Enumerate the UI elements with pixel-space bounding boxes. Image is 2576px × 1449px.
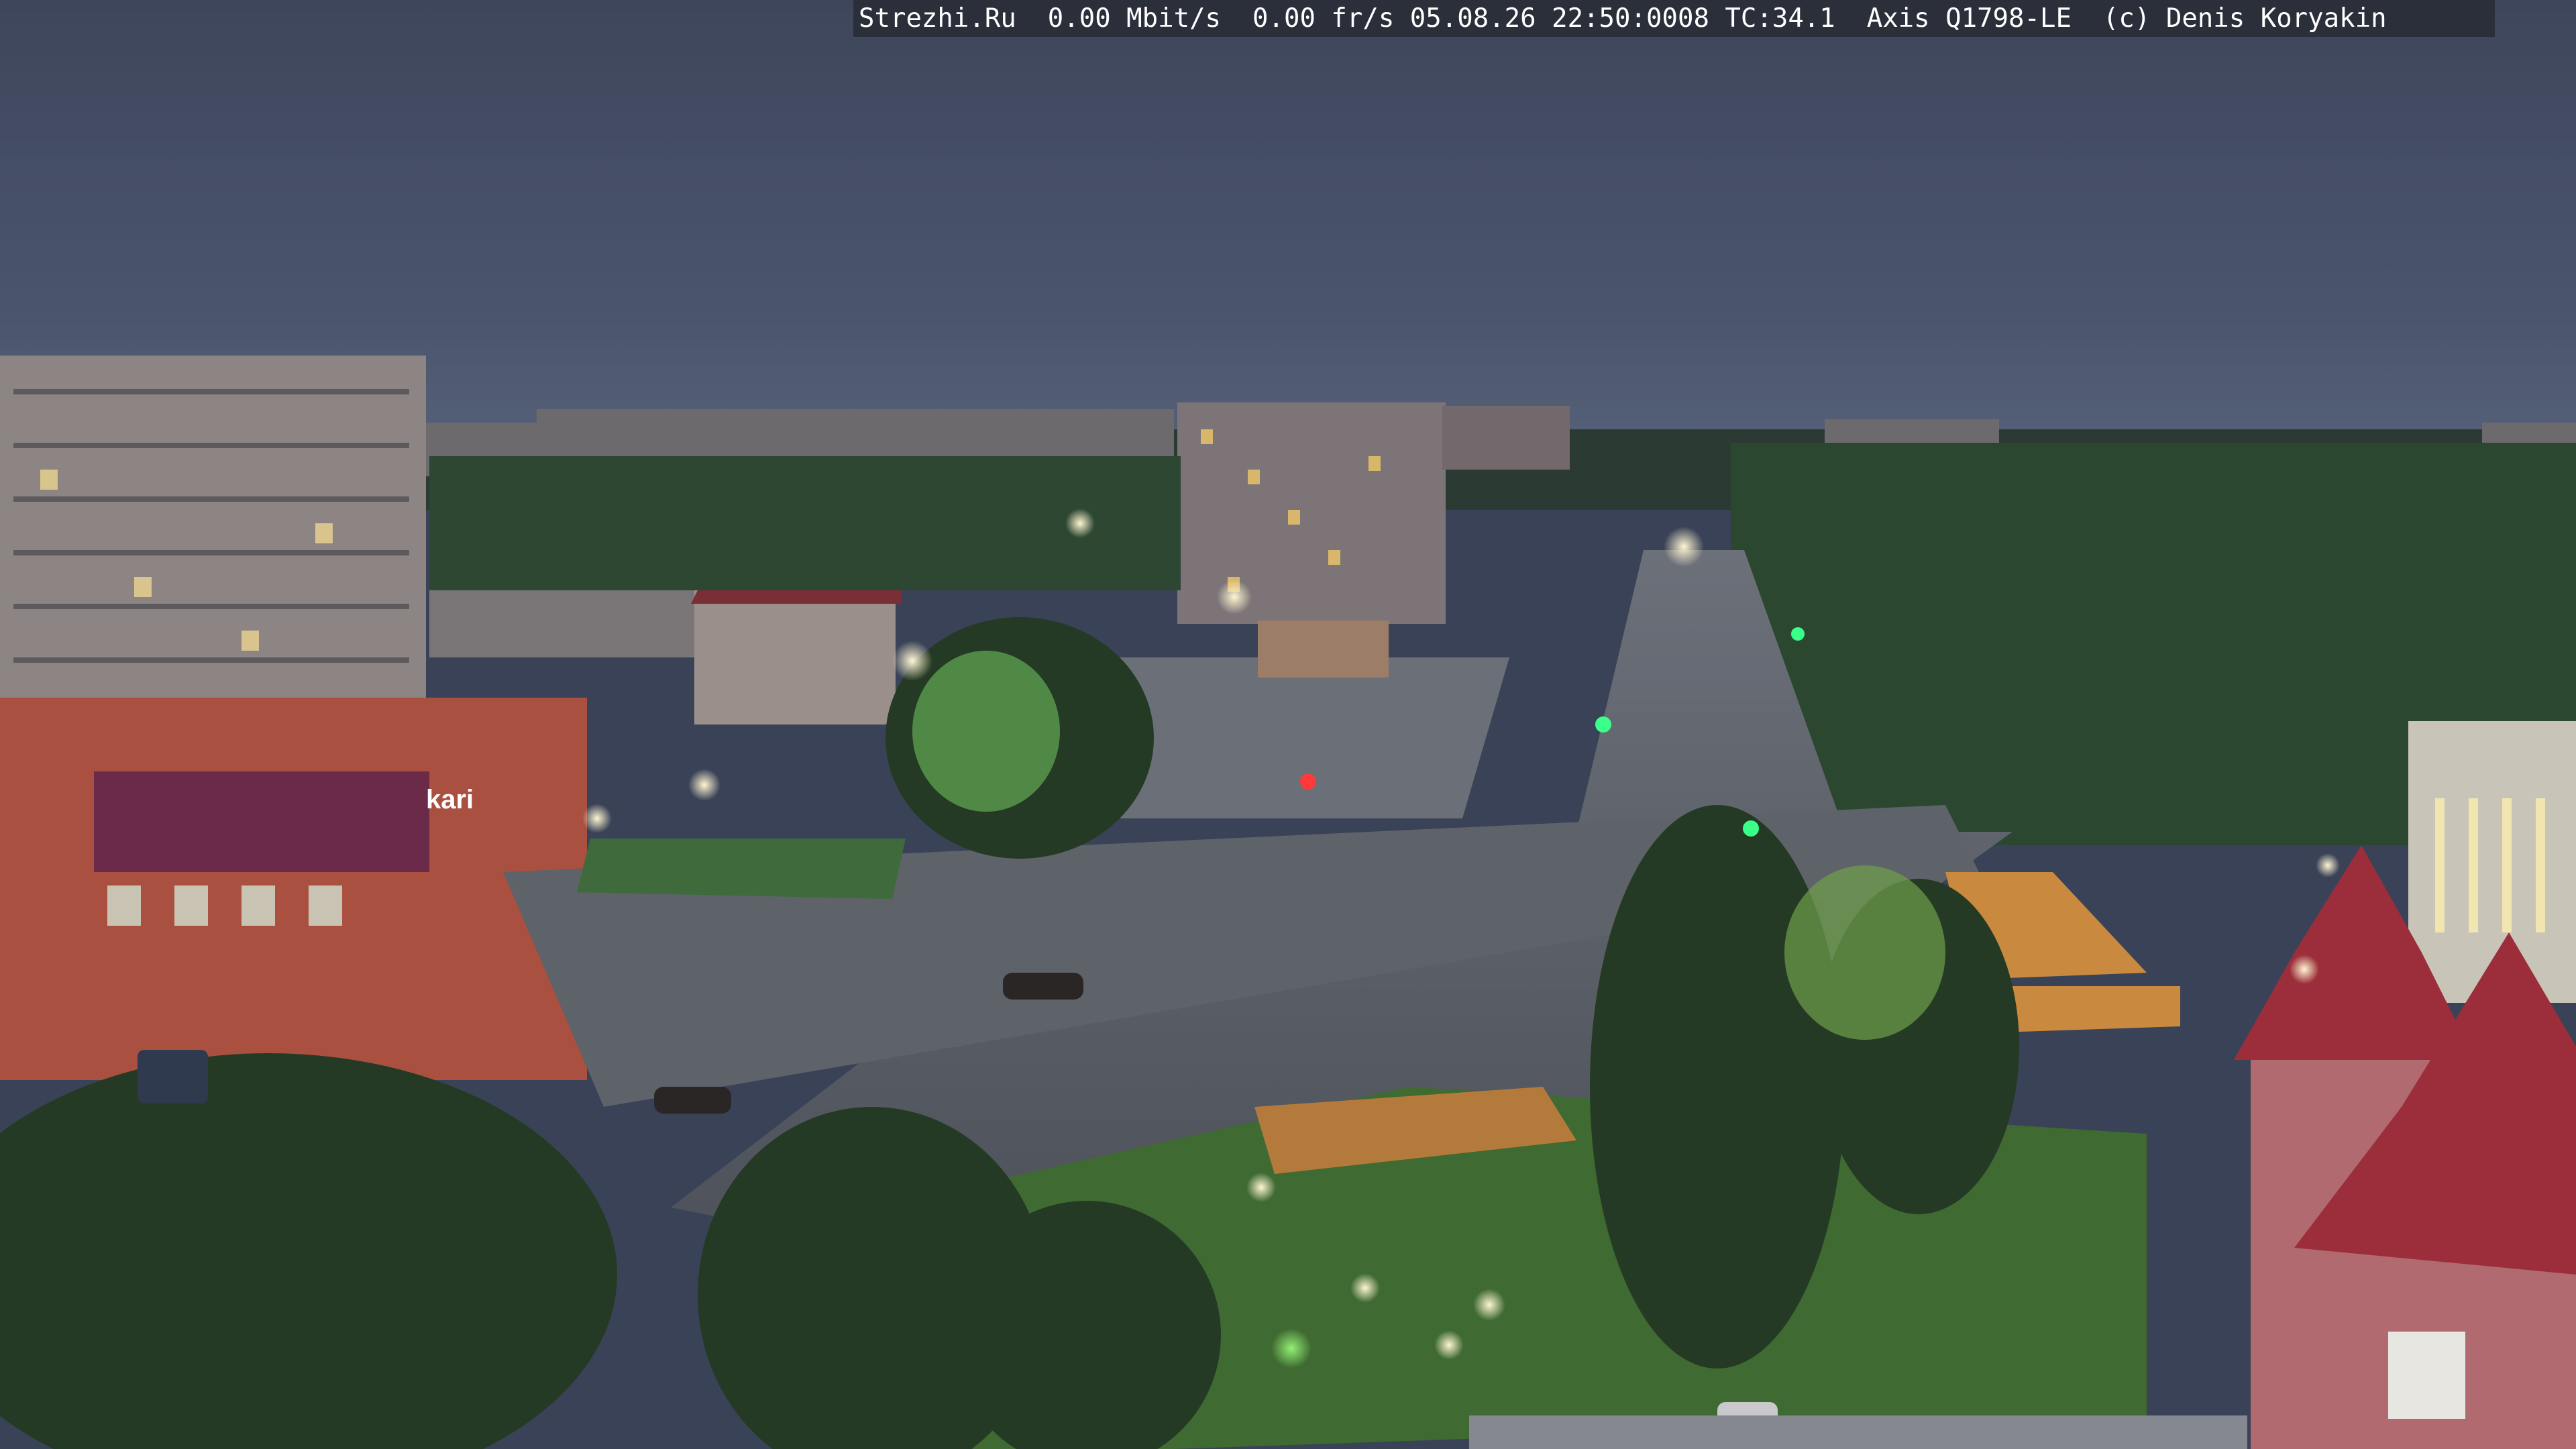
camera-info-overlay: Strezhi.Ru 0.00 Mbit/s 0.00 fr/s 05.08.2… [853, 0, 2495, 37]
brick-store-building: kari [0, 698, 587, 1080]
pavilion [1258, 621, 1389, 678]
lawn-left [577, 839, 906, 899]
webcam-scene: kari [0, 0, 2576, 1449]
lit-tree [912, 651, 1060, 812]
lit-tree-right [1784, 865, 1945, 1040]
bottom-lot [1469, 1415, 2247, 1449]
store-sign: kari [426, 785, 474, 814]
